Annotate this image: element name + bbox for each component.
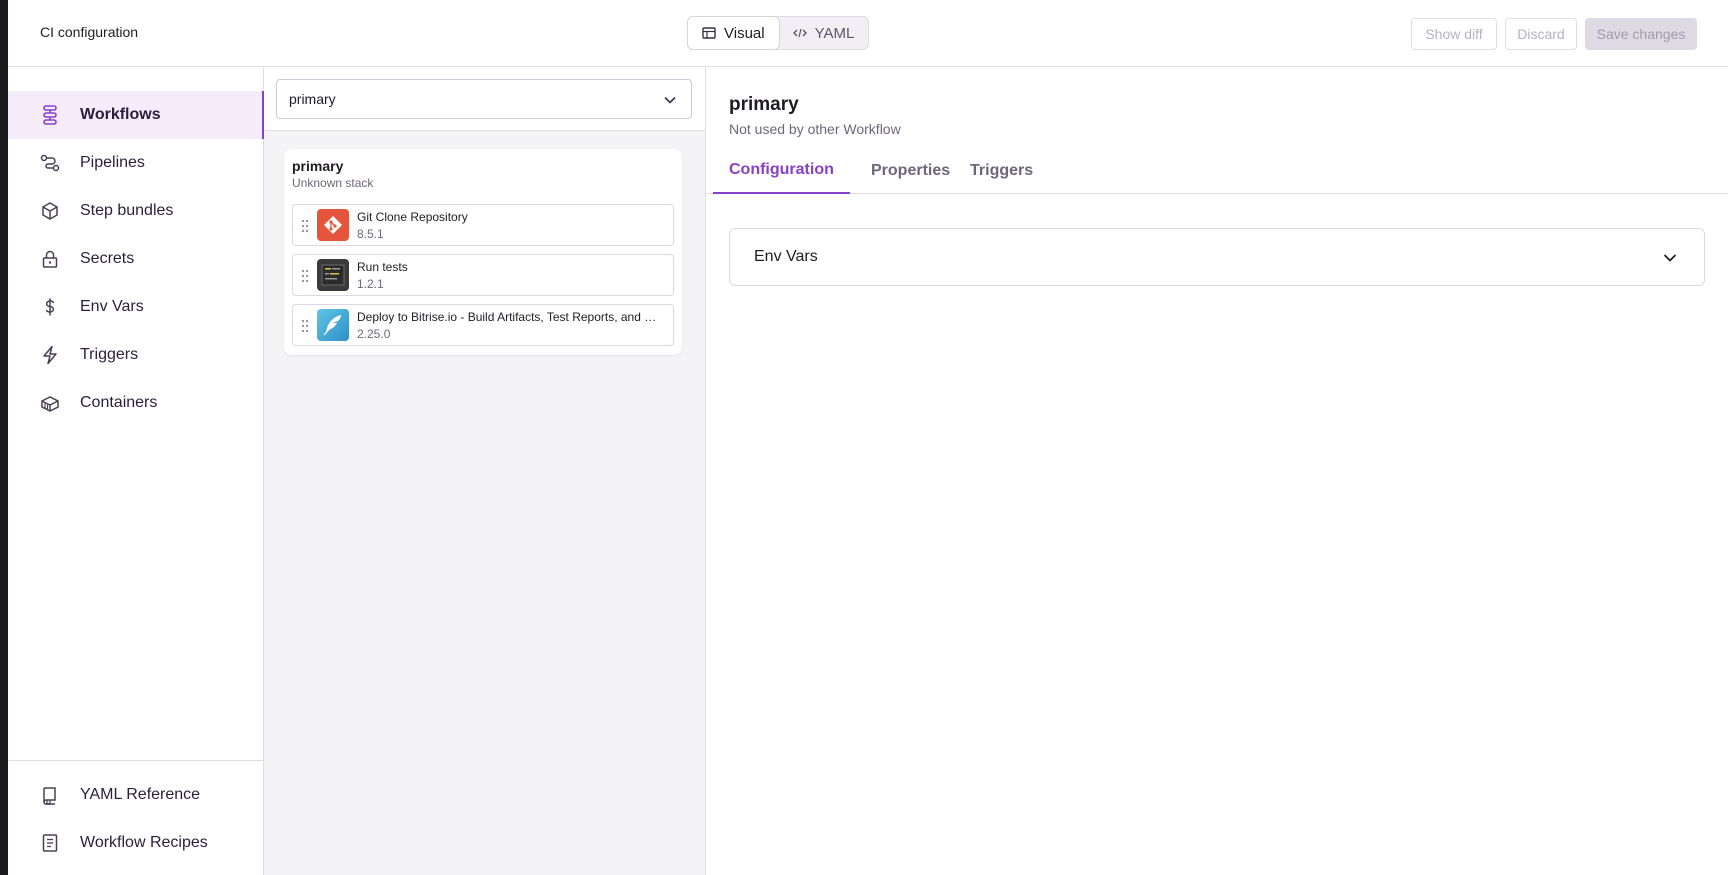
tab-triggers[interactable]: Triggers (970, 147, 1033, 194)
chevron-down-icon (664, 96, 676, 104)
dollar-icon (45, 298, 55, 316)
step-version: 1.2.1 (357, 277, 384, 291)
step-name: Run tests (357, 260, 408, 274)
sidebar: Workflows Pipelines Step bundles Secrets… (8, 67, 264, 875)
pipelines-icon (40, 154, 60, 172)
sidebar-item-pipelines[interactable]: Pipelines (8, 139, 264, 187)
discard-button[interactable]: Discard (1505, 18, 1577, 50)
sidebar-item-containers[interactable]: Containers (8, 379, 264, 427)
workflow-usage-note: Not used by other Workflow (729, 121, 901, 137)
step-name: Deploy to Bitrise.io - Build Artifacts, … (357, 310, 657, 324)
container-icon (41, 396, 59, 412)
sidebar-item-yaml-reference[interactable]: YAML Reference (8, 771, 264, 819)
sidebar-item-label: Env Vars (80, 298, 144, 315)
sidebar-item-label: Workflow Recipes (80, 834, 208, 851)
document-icon (42, 834, 58, 852)
workflow-editor-panel: primary primary Unknown stack Git Clone … (264, 67, 706, 875)
cube-icon (42, 202, 58, 220)
sidebar-item-triggers[interactable]: Triggers (8, 331, 264, 379)
tab-properties[interactable]: Properties (871, 147, 950, 194)
workflow-selector-bar: primary (264, 67, 705, 131)
env-vars-section-title: Env Vars (754, 248, 818, 265)
sidebar-divider (8, 760, 263, 761)
step-version: 8.5.1 (357, 227, 384, 241)
workflow-stack-label: Unknown stack (292, 176, 374, 190)
code-icon (792, 28, 807, 38)
visual-view-label: Visual (724, 24, 765, 42)
step-item[interactable]: Deploy to Bitrise.io - Build Artifacts, … (292, 304, 674, 346)
feather-icon (317, 309, 349, 341)
sidebar-item-label: Triggers (80, 346, 139, 363)
lock-icon (42, 250, 58, 268)
sidebar-item-env-vars[interactable]: Env Vars (8, 283, 264, 331)
app-window: CI configuration Visual YAML Show diff D… (8, 0, 1728, 875)
step-name: Git Clone Repository (357, 210, 468, 224)
yaml-view-label: YAML (814, 24, 855, 42)
view-toggle: Visual YAML (687, 16, 870, 50)
drag-handle-icon[interactable] (301, 219, 309, 233)
workflow-card: primary Unknown stack Git Clone Reposito… (284, 149, 682, 355)
workflow-card-title: primary (292, 158, 344, 174)
sidebar-item-label: Containers (80, 394, 158, 411)
page-title: CI configuration (40, 24, 139, 40)
sidebar-item-label: YAML Reference (80, 786, 201, 803)
visual-view-button[interactable]: Visual (687, 16, 780, 50)
sidebar-item-label: Pipelines (80, 154, 145, 171)
workflow-select[interactable]: primary (276, 79, 692, 119)
show-diff-button[interactable]: Show diff (1411, 18, 1497, 50)
table-icon (702, 27, 716, 39)
sidebar-item-label: Workflows (80, 106, 161, 123)
workflow-select-value: primary (289, 91, 336, 107)
save-changes-button[interactable]: Save changes (1585, 18, 1697, 50)
book-icon (43, 787, 56, 805)
git-icon (317, 209, 349, 241)
drag-handle-icon[interactable] (301, 319, 309, 333)
yaml-view-button[interactable]: YAML (779, 17, 869, 49)
sidebar-item-workflows[interactable]: Workflows (8, 91, 264, 139)
header: CI configuration Visual YAML Show diff D… (8, 0, 1728, 67)
workflow-details-panel: primary Not used by other Workflow Confi… (706, 67, 1728, 875)
env-vars-section[interactable]: Env Vars (729, 228, 1705, 286)
tab-configuration[interactable]: Configuration (713, 147, 850, 194)
sidebar-item-label: Secrets (80, 250, 135, 267)
step-version: 2.25.0 (357, 327, 391, 341)
sidebar-item-step-bundles[interactable]: Step bundles (8, 187, 264, 235)
details-tabs: Configuration Properties Triggers (706, 147, 1728, 194)
script-icon (317, 259, 349, 291)
sidebar-item-workflow-recipes[interactable]: Workflow Recipes (8, 819, 264, 867)
step-item[interactable]: Git Clone Repository 8.5.1 (292, 204, 674, 246)
step-item[interactable]: Run tests 1.2.1 (292, 254, 674, 296)
lightning-icon (43, 345, 57, 365)
drag-handle-icon[interactable] (301, 269, 309, 283)
sidebar-item-label: Step bundles (80, 202, 174, 219)
workflows-icon (43, 105, 57, 125)
workflow-title: primary (729, 94, 799, 115)
sidebar-item-secrets[interactable]: Secrets (8, 235, 264, 283)
chevron-down-icon (1663, 254, 1677, 262)
